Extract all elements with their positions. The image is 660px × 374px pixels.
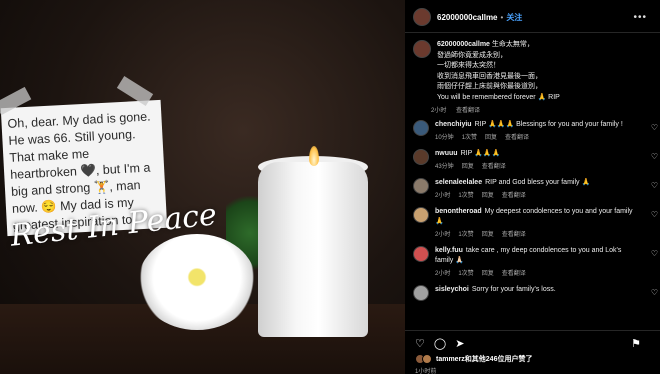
avatar[interactable] <box>413 285 429 301</box>
caption-meta: 2小时 查看翻译 <box>431 105 560 114</box>
candle-flame <box>309 146 319 166</box>
comment-likes[interactable]: 1次赞 <box>458 271 473 277</box>
follow-button[interactable]: 关注 <box>506 12 522 23</box>
avatar[interactable] <box>413 246 429 262</box>
translate-link[interactable]: 查看翻译 <box>482 164 506 170</box>
actions-divider <box>405 330 660 331</box>
translate-link[interactable]: 查看翻译 <box>505 135 529 141</box>
comment-item: nwuuu RIP 🙏🙏🙏 43分钟 回复 查看翻译 ♡ <box>413 149 658 170</box>
likes-text[interactable]: tammerz和其他246位用户赞了 <box>436 354 532 364</box>
separator-dot: • <box>500 12 504 22</box>
post-caption: 62000000callme 生命太無常， 發過師你竟爱成永别， 一切都來得太突… <box>413 40 653 114</box>
post-username[interactable]: 62000000callme <box>437 13 498 22</box>
translate-link[interactable]: 查看翻译 <box>502 193 526 199</box>
comment-item: sisleychoi Sorry for your family's loss. … <box>413 285 658 301</box>
avatar[interactable] <box>413 149 429 165</box>
avatar <box>422 354 432 364</box>
comment-time: 10分钟 <box>435 135 454 141</box>
comment-bubble-icon[interactable]: ◯ <box>434 337 446 350</box>
more-horizontal-icon[interactable]: ••• <box>633 12 647 23</box>
reply-link[interactable]: 回复 <box>482 271 494 277</box>
comment-text: Sorry for your family's loss. <box>471 286 556 293</box>
header-divider <box>405 32 660 33</box>
comment-likes[interactable]: 1次赞 <box>458 193 473 199</box>
caption-username[interactable]: 62000000callme <box>437 41 490 48</box>
comment-time: 2小时 <box>435 193 451 199</box>
comment-likes[interactable]: 1次赞 <box>458 232 473 238</box>
comment-item: kelly.fuu take care , my deep condolences… <box>413 246 658 277</box>
likes-summary[interactable]: tammerz和其他246位用户赞了 <box>415 354 532 364</box>
white-flower <box>138 234 256 330</box>
heart-icon[interactable]: ♡ <box>651 288 658 297</box>
comment-username[interactable]: sisleychoi <box>435 286 469 293</box>
comment-item: chenchiyiu RIP 🙏🙏🙏 Blessings for you and … <box>413 120 658 141</box>
comment-time: 2小时 <box>435 232 451 238</box>
translate-link[interactable]: 查看翻译 <box>502 232 526 238</box>
reply-link[interactable]: 回复 <box>482 193 494 199</box>
comment-text: RIP 🙏🙏🙏 Blessings for you and your famil… <box>474 121 623 128</box>
heart-icon[interactable]: ♡ <box>651 152 658 161</box>
comment-text: RIP and God bless your family 🙏 <box>485 179 591 186</box>
candle <box>258 162 368 337</box>
comment-username[interactable]: chenchiyiu <box>435 121 472 128</box>
caption-text: 62000000callme 生命太無常， 發過師你竟爱成永别， 一切都來得太突… <box>437 40 560 103</box>
translate-link[interactable]: 查看翻译 <box>456 108 480 114</box>
heart-icon[interactable]: ♡ <box>651 210 658 219</box>
comment-time: 2小时 <box>435 271 451 277</box>
share-paper-plane-icon[interactable]: ➤ <box>455 337 464 350</box>
comment-username[interactable]: nwuuu <box>435 150 458 157</box>
heart-icon[interactable]: ♡ <box>651 181 658 190</box>
action-bar: ♡ ◯ ➤ ⚑ <box>415 336 650 350</box>
heart-icon[interactable]: ♡ <box>651 123 658 132</box>
post-time: 1小时前 <box>415 369 437 374</box>
caption-body: 生命太無常， 發過師你竟爱成永别， 一切都來得太突然！ 收到消息飛車回香港見最後… <box>437 41 560 101</box>
reply-link[interactable]: 回复 <box>485 135 497 141</box>
bookmark-icon[interactable]: ⚑ <box>631 337 641 350</box>
avatar[interactable] <box>413 207 429 223</box>
translate-link[interactable]: 查看翻译 <box>502 271 526 277</box>
reply-link[interactable]: 回复 <box>462 164 474 170</box>
like-heart-icon[interactable]: ♡ <box>415 337 425 350</box>
comment-username[interactable]: benontheroad <box>435 208 482 215</box>
post-side-panel: 62000000callme • 关注 ••• 62000000callme 生… <box>405 0 660 374</box>
avatar[interactable] <box>413 8 431 26</box>
comment-list: chenchiyiu RIP 🙏🙏🙏 Blessings for you and … <box>413 120 658 309</box>
post-header: 62000000callme • 关注 ••• <box>413 6 653 28</box>
comment-likes[interactable]: 1次赞 <box>462 135 477 141</box>
comment-item: selenaleelalee RIP and God bless your fam… <box>413 178 658 199</box>
caption-time: 2小时 <box>431 108 447 114</box>
avatar[interactable] <box>413 120 429 136</box>
comment-username[interactable]: selenaleelalee <box>435 179 482 186</box>
avatar[interactable] <box>413 40 431 58</box>
comment-time: 43分钟 <box>435 164 454 170</box>
comment-username[interactable]: kelly.fuu <box>435 247 463 254</box>
post-photo[interactable]: Oh, dear. My dad is gone. He was 66. Sti… <box>0 0 405 374</box>
avatar[interactable] <box>413 178 429 194</box>
comment-item: benontheroad My deepest condolences to yo… <box>413 207 658 238</box>
reply-link[interactable]: 回复 <box>482 232 494 238</box>
comment-text: RIP 🙏🙏🙏 <box>460 150 501 157</box>
heart-icon[interactable]: ♡ <box>651 249 658 258</box>
